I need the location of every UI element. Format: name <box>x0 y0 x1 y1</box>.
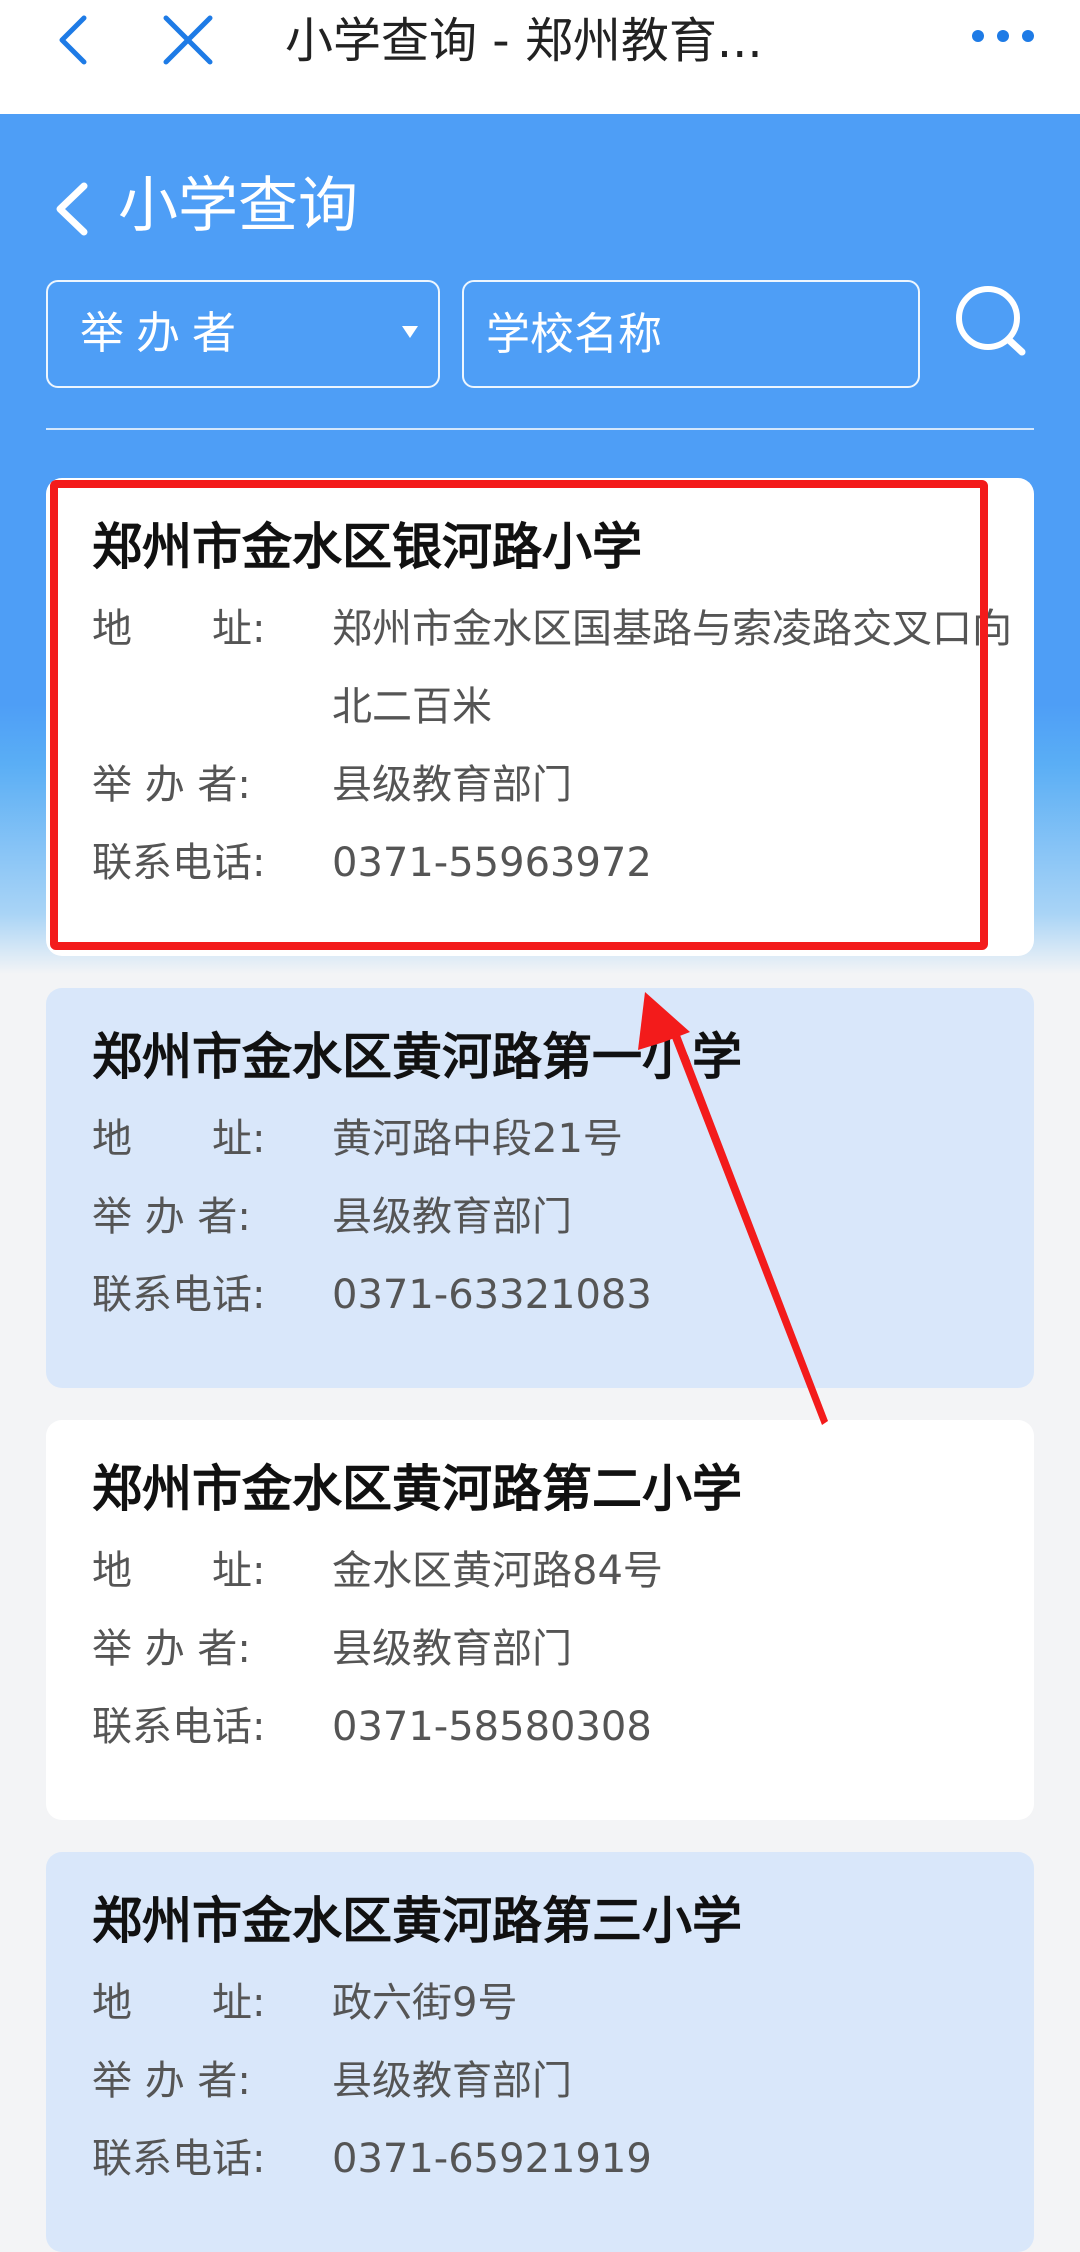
sponsor-select[interactable]: 举办者 <box>46 280 440 388</box>
header-divider <box>46 428 1034 430</box>
address-value: 郑州市金水区国基路与索凌路交叉口向北二百米 <box>332 606 1012 730</box>
address-label: 地 址: <box>92 606 266 652</box>
dropdown-caret-icon <box>402 326 418 338</box>
school-card[interactable]: 郑州市金水区黄河路第一小学 地 址: 黄河路中段21号 举 办 者: 县级教育部… <box>46 988 1034 1388</box>
sponsor-row: 举 办 者: 县级教育部门 <box>92 1178 1034 1256</box>
address-row: 地 址: 郑州市金水区国基路与索凌路交叉口向北二百米 <box>92 590 1034 746</box>
sponsor-row: 举 办 者: 县级教育部门 <box>92 746 1034 824</box>
sponsor-label: 举 办 者: <box>92 2058 251 2104</box>
search-icon[interactable] <box>952 282 1032 362</box>
address-value: 金水区黄河路84号 <box>332 1548 663 1594</box>
sponsor-value: 县级教育部门 <box>332 1626 572 1672</box>
address-row: 地 址: 黄河路中段21号 <box>92 1100 1034 1178</box>
sponsor-value: 县级教育部门 <box>332 762 572 808</box>
phone-label: 联系电话: <box>92 1704 266 1750</box>
close-icon[interactable] <box>158 10 218 70</box>
sponsor-row: 举 办 者: 县级教育部门 <box>92 1610 1034 1688</box>
school-name-input[interactable] <box>462 280 920 388</box>
school-name: 郑州市金水区银河路小学 <box>92 518 642 576</box>
phone-row: 联系电话: 0371-58580308 <box>92 1688 1034 1766</box>
school-name: 郑州市金水区黄河路第三小学 <box>92 1892 742 1950</box>
phone-value[interactable]: 0371-63321083 <box>332 1256 1012 1334</box>
phone-value[interactable]: 0371-58580308 <box>332 1688 1012 1766</box>
school-card[interactable]: 郑州市金水区黄河路第三小学 地 址: 政六街9号 举 办 者: 县级教育部门 联… <box>46 1852 1034 2252</box>
phone-value[interactable]: 0371-65921919 <box>332 2120 1012 2198</box>
address-value: 政六街9号 <box>332 1980 518 2026</box>
phone-label: 联系电话: <box>92 1272 266 1318</box>
page-title: 小学查询 <box>118 171 358 241</box>
sponsor-value: 县级教育部门 <box>332 1194 572 1240</box>
browser-title: 小学查询 - 郑州教育... <box>285 13 763 69</box>
phone-row: 联系电话: 0371-55963972 <box>92 824 1034 902</box>
sponsor-select-label: 举办者 <box>80 308 248 359</box>
back-arrow-icon[interactable] <box>50 10 100 70</box>
sponsor-label: 举 办 者: <box>92 1626 251 1672</box>
sponsor-label: 举 办 者: <box>92 762 251 808</box>
sponsor-value: 县级教育部门 <box>332 2058 572 2104</box>
browser-top-bar: 小学查询 - 郑州教育... <box>0 0 1080 115</box>
address-label: 地 址: <box>92 1116 266 1162</box>
school-card[interactable]: 郑州市金水区黄河路第二小学 地 址: 金水区黄河路84号 举 办 者: 县级教育… <box>46 1420 1034 1820</box>
page-back-icon[interactable] <box>48 174 98 244</box>
phone-row: 联系电话: 0371-65921919 <box>92 2120 1034 2198</box>
sponsor-row: 举 办 者: 县级教育部门 <box>92 2042 1034 2120</box>
address-value: 黄河路中段21号 <box>332 1116 623 1162</box>
address-label: 地 址: <box>92 1548 266 1594</box>
more-options-icon[interactable] <box>968 16 1038 56</box>
school-name: 郑州市金水区黄河路第二小学 <box>92 1460 742 1518</box>
address-label: 地 址: <box>92 1980 266 2026</box>
phone-label: 联系电话: <box>92 2136 266 2182</box>
school-card[interactable]: 郑州市金水区银河路小学 地 址: 郑州市金水区国基路与索凌路交叉口向北二百米 举… <box>46 478 1034 956</box>
address-row: 地 址: 金水区黄河路84号 <box>92 1532 1034 1610</box>
school-name: 郑州市金水区黄河路第一小学 <box>92 1028 742 1086</box>
phone-label: 联系电话: <box>92 840 266 886</box>
sponsor-label: 举 办 者: <box>92 1194 251 1240</box>
address-row: 地 址: 政六街9号 <box>92 1964 1034 2042</box>
phone-row: 联系电话: 0371-63321083 <box>92 1256 1034 1334</box>
phone-value[interactable]: 0371-55963972 <box>332 824 1012 902</box>
